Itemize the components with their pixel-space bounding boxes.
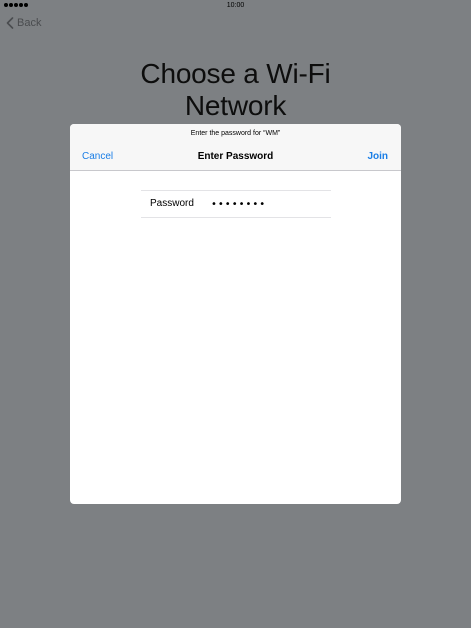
page-title-line-1: Choose a Wi-Fi xyxy=(140,58,331,89)
password-row[interactable]: Password xyxy=(141,190,331,218)
page-title-line-2: Network xyxy=(184,90,287,121)
dialog-title: Enter Password xyxy=(197,151,274,162)
password-field[interactable] xyxy=(211,196,321,212)
back-button[interactable]: Back xyxy=(6,17,41,29)
password-label: Password xyxy=(150,198,194,209)
join-button[interactable]: Join xyxy=(367,151,388,162)
dialog-header: Enter the password for “WM” Cancel Enter… xyxy=(70,124,401,171)
back-label: Back xyxy=(17,17,42,29)
status-time: 10:00 xyxy=(226,2,245,9)
page-title: Choose a Wi-Fi Network xyxy=(0,58,471,122)
dialog-prompt: Enter the password for “WM” xyxy=(190,130,281,137)
status-bar: 10:00 xyxy=(0,0,471,13)
chevron-left-icon xyxy=(6,17,14,29)
enter-password-dialog: Enter the password for “WM” Cancel Enter… xyxy=(70,124,401,504)
